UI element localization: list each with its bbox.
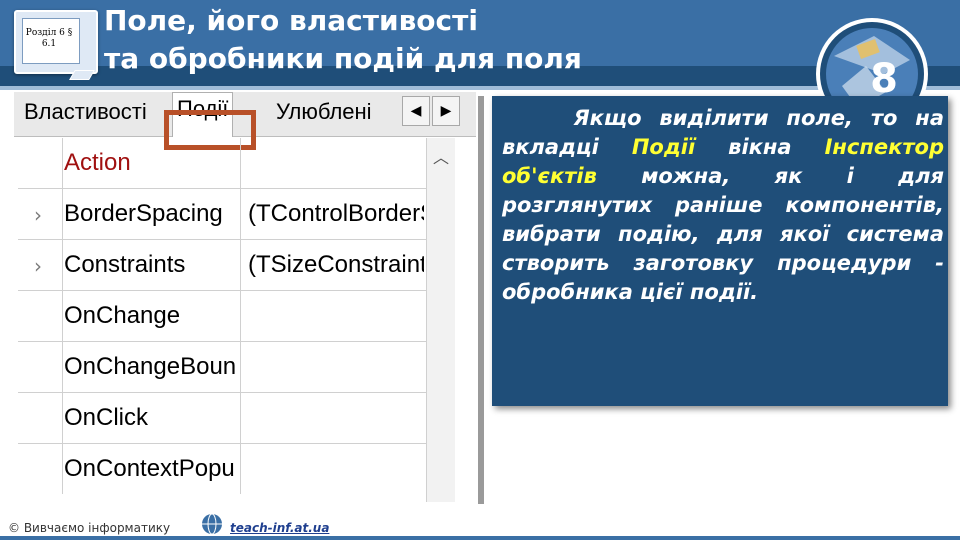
chevron-up-icon[interactable]: ︿ [433,144,449,168]
panel-shadow [478,96,484,504]
chevron-right-icon[interactable]: › [34,254,42,278]
table-row[interactable]: OnClick [18,393,454,444]
property-name: OnClick [64,393,241,443]
page-title: Поле, його властивості та обробники поді… [104,2,582,78]
property-value[interactable] [248,138,424,188]
table-row[interactable]: OnContextPopu [18,444,454,494]
property-value[interactable]: (TControlBorderS [248,189,424,239]
property-value[interactable] [248,393,424,443]
table-row[interactable]: Action [18,138,454,189]
title-line2: та обробники подій для поля [104,42,582,75]
property-name: OnChangeBoun [64,342,241,392]
vertical-scrollbar[interactable]: ︿ [426,138,455,502]
table-row[interactable]: OnChangeBoun [18,342,454,393]
explanation-text: Якщо виділити поле, то на вкладці Події … [502,104,944,307]
highlight-events: Події [631,135,696,159]
table-row[interactable]: › Constraints (TSizeConstraints [18,240,454,291]
property-name: OnContextPopu [64,444,241,494]
section-monitor-icon: Розділ 6 § 6.1 [14,10,98,80]
tab-favorites[interactable]: Улюблені [276,96,372,128]
property-value[interactable] [248,291,424,341]
property-value[interactable]: (TSizeConstraints [248,240,424,290]
property-name: Constraints [64,240,241,290]
property-value[interactable] [248,444,424,494]
property-value[interactable] [248,342,424,392]
section-label: Розділ 6 § 6.1 [20,28,78,50]
property-grid: Action › BorderSpacing (TControlBorderS … [18,138,454,502]
explanation-box: Якщо виділити поле, то на вкладці Події … [492,96,948,406]
chevron-right-icon[interactable]: › [34,203,42,227]
globe-icon [202,513,222,535]
table-row[interactable]: › BorderSpacing (TControlBorderS [18,189,454,240]
property-name: Action [64,138,241,188]
title-line1: Поле, його властивості [104,4,478,37]
property-name: BorderSpacing [64,189,241,239]
property-name: OnChange [64,291,241,341]
object-inspector-panel: Властивості Події Улюблені ◀ ▶ Action › … [14,92,476,502]
explanation-part2: вікна [695,135,825,159]
tab-scroll-right-button[interactable]: ▶ [432,96,460,126]
table-row[interactable]: OnChange [18,291,454,342]
tab-scroll-left-button[interactable]: ◀ [402,96,430,126]
section-line2: 6.1 [41,39,57,49]
footer-divider [0,536,960,540]
section-line1: Розділ 6 § [25,28,73,38]
tab-properties[interactable]: Властивості [24,96,147,128]
